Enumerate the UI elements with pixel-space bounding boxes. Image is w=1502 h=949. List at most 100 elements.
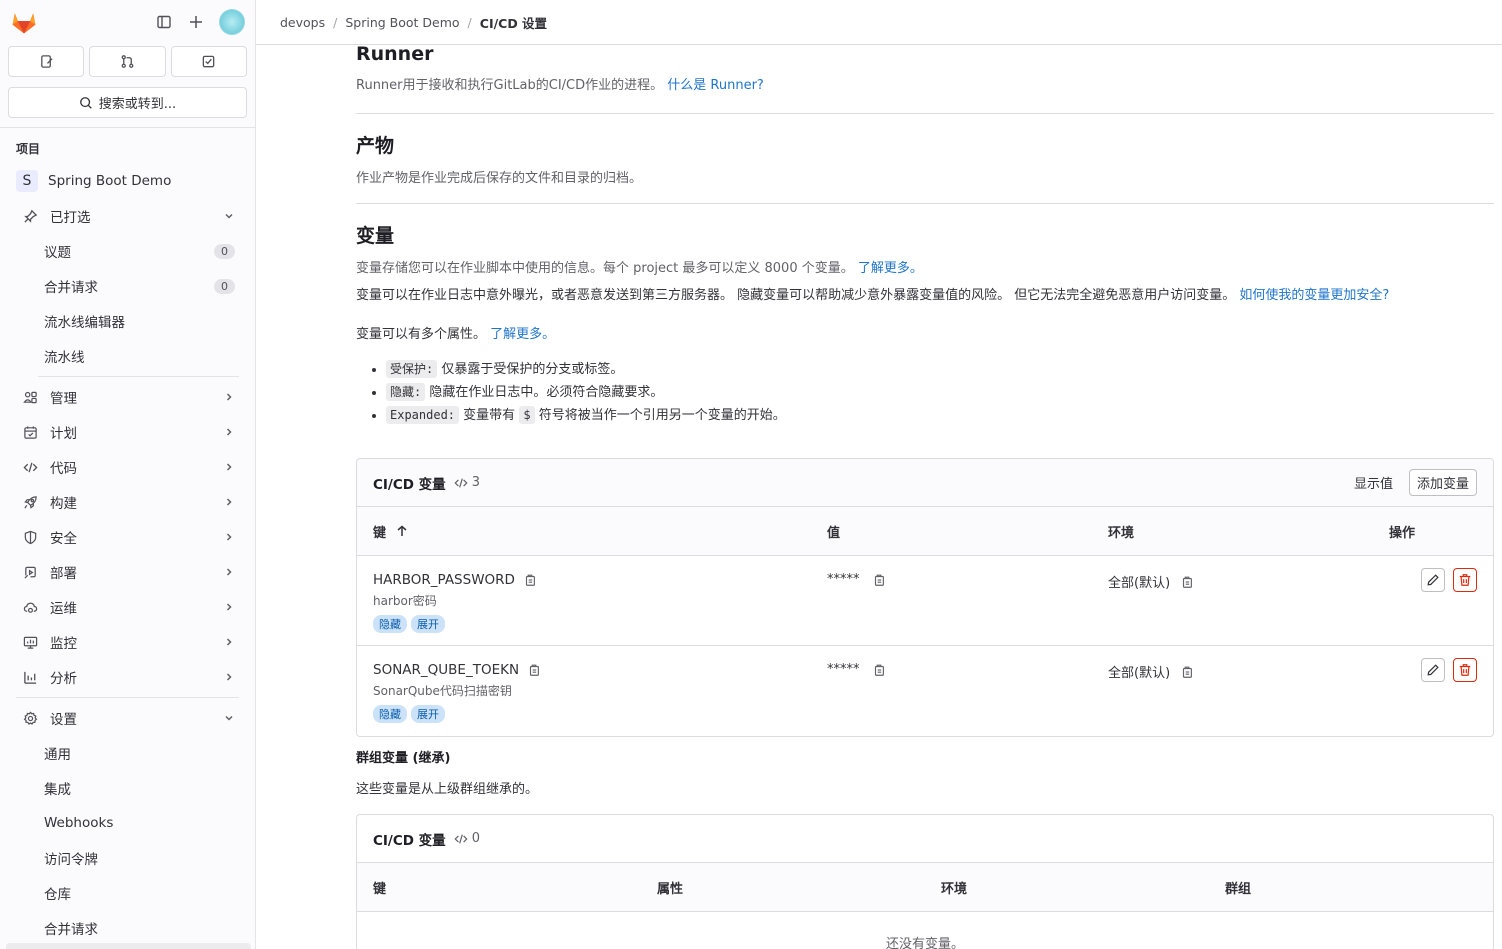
runner-help-link[interactable]: 什么是 Runner? (667, 78, 764, 93)
pinned-label: 已打选 (50, 210, 91, 226)
variables-desc1: 变量存储您可以在作业脚本中使用的信息。每个 project 最多可以定义 800… (356, 261, 854, 276)
variable-description: harbor密码 (373, 594, 437, 608)
gear-icon (22, 710, 38, 726)
cloud-gear-icon (22, 599, 38, 615)
attribute-code: $ (519, 406, 535, 424)
variables-desc2: 变量可以在作业日志中意外曝光，或者恶意发送到第三方服务器。 隐藏变量可以帮助减少… (356, 288, 1236, 303)
sidebar-item-operate[interactable]: 运维 (6, 590, 249, 624)
sidebar-item-pipeline-editor[interactable]: 流水线编辑器 (6, 304, 249, 338)
edit-variable-button[interactable] (1421, 568, 1445, 592)
column-value: 值 (827, 525, 841, 541)
sidebar-item-secure[interactable]: 安全 (6, 520, 249, 554)
cicd-variables-card-header: CI/CD 变量 3 显示值 添加变量 (357, 459, 1493, 507)
sidebar-item-settings-repository[interactable]: 仓库 (6, 876, 249, 910)
variables-count: 3 (454, 475, 480, 490)
variable-value-text: ***** (827, 662, 860, 677)
group-variables-card-title: CI/CD 变量 (373, 832, 446, 849)
badge-masked: 隐藏 (373, 615, 407, 633)
sidebar-item-pipelines[interactable]: 流水线 (6, 339, 249, 373)
breadcrumb-current[interactable]: CI/CD 设置 (480, 13, 547, 32)
sidebar-item-label: 仓库 (44, 887, 71, 903)
search-button[interactable]: 搜索或转到... (8, 87, 247, 118)
variables-table-header: 键 值 环境 操作 (357, 507, 1493, 556)
code-icon (22, 459, 38, 475)
sidebar-pinned-toggle[interactable]: 已打选 (6, 199, 249, 233)
todos-count-button[interactable] (170, 46, 247, 77)
trash-icon (1459, 664, 1471, 676)
sidebar-settings-toggle[interactable]: 设置 (6, 701, 249, 735)
copy-icon[interactable] (1180, 665, 1194, 679)
sidebar-item-settings-access-tokens[interactable]: 访问令牌 (6, 841, 249, 875)
breadcrumb-project[interactable]: Spring Boot Demo (345, 15, 459, 30)
variables-learn-more-link[interactable]: 了解更多。 (858, 261, 923, 276)
variable-key: SONAR_QUBE_TOEKN (373, 662, 1477, 678)
user-avatar[interactable] (219, 9, 245, 35)
table-row: HARBOR_PASSWORD harbor密码 隐藏 展开 ***** 全部(… (357, 556, 1493, 646)
copy-icon[interactable] (872, 573, 886, 587)
sidebar-item-code[interactable]: 代码 (6, 450, 249, 484)
copy-icon[interactable] (1180, 575, 1194, 589)
breadcrumb-devops[interactable]: devops (280, 15, 325, 30)
copy-icon[interactable] (523, 573, 537, 587)
sidebar-item-deploy[interactable]: 部署 (6, 555, 249, 589)
sort-arrow-up-icon (397, 525, 407, 536)
variables-title: 变量 (356, 225, 395, 247)
variables-desc3: 变量可以有多个属性。 (356, 327, 487, 342)
attribute-text: 隐藏在作业日志中。必须符合隐藏要求。 (429, 385, 664, 400)
column-key[interactable]: 键 (373, 522, 827, 541)
attribute-code: 受保护: (386, 360, 438, 378)
badge-masked: 隐藏 (373, 705, 407, 723)
plus-icon[interactable] (187, 13, 205, 31)
toggle-sidebar-icon[interactable] (155, 13, 173, 31)
delete-variable-button[interactable] (1453, 658, 1477, 682)
sidebar-item-issues[interactable]: 议题 0 (6, 234, 249, 268)
group-variables-count: 0 (454, 831, 480, 846)
sidebar-item-settings-integrations[interactable]: 集成 (6, 771, 249, 805)
runner-title: Runner (356, 43, 434, 65)
chevron-right-icon (223, 601, 235, 613)
runner-desc: Runner用于接收和执行GitLab的CI/CD作业的进程。 (356, 78, 664, 93)
sidebar-item-build[interactable]: 构建 (6, 485, 249, 519)
gitlab-logo-icon[interactable] (10, 8, 38, 36)
sidebar-divider (38, 376, 239, 377)
delete-variable-button[interactable] (1453, 568, 1477, 592)
chevron-down-icon (223, 712, 235, 724)
sidebar-item-settings-general[interactable]: 通用 (6, 736, 249, 770)
attribute-code: Expanded: (386, 406, 460, 424)
chevron-right-icon (223, 636, 235, 648)
runner-section: Runner Runner用于接收和执行GitLab的CI/CD作业的进程。 什… (356, 43, 1494, 114)
sidebar-item-monitor[interactable]: 监控 (6, 625, 249, 659)
sidebar-item-analyze[interactable]: 分析 (6, 660, 249, 694)
cicd-variables-card-title: CI/CD 变量 (373, 476, 446, 493)
column-environment: 环境 (941, 881, 968, 897)
variables-attribute-list: 受保护: 仅暴露于受保护的分支或标签。 隐藏: 隐藏在作业日志中。必须符合隐藏要… (356, 359, 1494, 426)
variables-secure-link[interactable]: 如何使我的变量更加安全? (1239, 288, 1389, 303)
sidebar-nav-list: 管理 计划 代码 构建 安全 部署 运维 监控 分析 (0, 380, 255, 694)
add-variable-button[interactable]: 添加变量 (1408, 469, 1477, 496)
breadcrumb-separator: / (467, 14, 472, 30)
merge-requests-count-button[interactable] (89, 46, 166, 77)
copy-icon[interactable] (872, 663, 886, 677)
list-item: Expanded: 变量带有 $ 符号将被当作一个引用另一个变量的开始。 (386, 405, 1494, 426)
code-icon (454, 477, 468, 488)
variables-attributes-learn-more-link[interactable]: 了解更多。 (490, 327, 555, 342)
merge-requests-count-badge: 0 (214, 278, 235, 294)
sidebar-item-label: 访问令牌 (44, 852, 98, 868)
sidebar-item-manage[interactable]: 管理 (6, 380, 249, 414)
reveal-values-button[interactable]: 显示值 (1338, 473, 1409, 492)
edit-variable-button[interactable] (1421, 658, 1445, 682)
variable-value: ***** (827, 572, 886, 587)
variables-desc3-line: 变量可以有多个属性。 了解更多。 (356, 323, 1494, 342)
cicd-variables-card: CI/CD 变量 3 显示值 添加变量 键 值 环境 操作 HARBOR_PAS… (356, 458, 1494, 737)
copy-icon[interactable] (527, 663, 541, 677)
artifacts-section: 产物 作业产物是作业完成后保存的文件和目录的归档。 (356, 114, 1494, 204)
sidebar-item-merge-requests[interactable]: 合并请求 0 (6, 269, 249, 303)
attribute-text: 变量带有 (463, 408, 516, 423)
sidebar-item-plan[interactable]: 计划 (6, 415, 249, 449)
sidebar-item-settings-webhooks[interactable]: Webhooks (6, 806, 249, 840)
users-icon (22, 389, 38, 405)
issues-count-button[interactable] (8, 46, 85, 77)
sidebar-project-link[interactable]: S Spring Boot Demo (6, 164, 249, 198)
variable-environment: 全部(默认) (1108, 662, 1194, 681)
sidebar-item-settings-merge-requests[interactable]: 合并请求 (6, 911, 249, 945)
